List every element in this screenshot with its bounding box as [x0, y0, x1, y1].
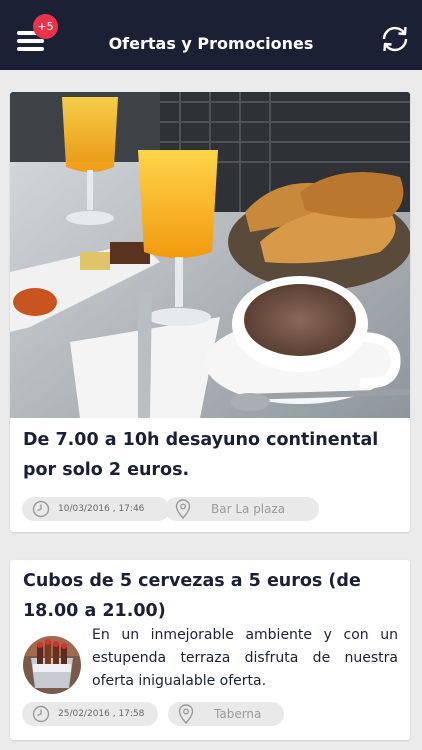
beer-bucket-thumbnail — [23, 636, 81, 694]
refresh-icon — [382, 26, 408, 52]
offer-card[interactable]: Cubos de 5 cervezas a 5 euros (de 18.00 … — [10, 560, 410, 740]
date-badge: 25/02/2016 , 17:58 — [22, 702, 158, 726]
place-badge[interactable]: Taberna — [168, 702, 284, 726]
offer-title[interactable]: Cubos de 5 cervezas a 5 euros (de 18.00 … — [23, 566, 396, 626]
date-badge: 10/03/2016 , 17:46 — [22, 497, 170, 521]
breakfast-photo — [10, 92, 410, 418]
offer-date: 10/03/2016 , 17:46 — [58, 504, 145, 514]
refresh-button[interactable] — [378, 22, 412, 56]
offer-place: Taberna — [214, 707, 262, 721]
offer-description: En un inmejorable ambiente y con un estu… — [92, 627, 398, 689]
offer-title[interactable]: De 7.00 a 10h desayuno continental por s… — [23, 425, 396, 485]
clock-icon — [32, 705, 50, 723]
hamburger-icon-bar — [17, 39, 44, 43]
page-title: Ofertas y Promociones — [108, 34, 314, 53]
notification-badge[interactable]: +5 — [33, 14, 58, 39]
clock-icon — [32, 500, 50, 518]
offer-place: Bar La plaza — [211, 502, 286, 516]
beer-bucket-image — [23, 636, 81, 694]
location-pin-icon — [178, 704, 194, 724]
offer-date: 25/02/2016 , 17:58 — [58, 709, 145, 719]
location-pin-icon — [175, 499, 191, 519]
top-bar: +5 Ofertas y Promociones — [0, 0, 422, 70]
place-badge[interactable]: Bar La plaza — [165, 497, 319, 521]
hamburger-icon-bar — [17, 47, 44, 51]
offer-card[interactable]: De 7.00 a 10h desayuno continental por s… — [10, 92, 410, 532]
